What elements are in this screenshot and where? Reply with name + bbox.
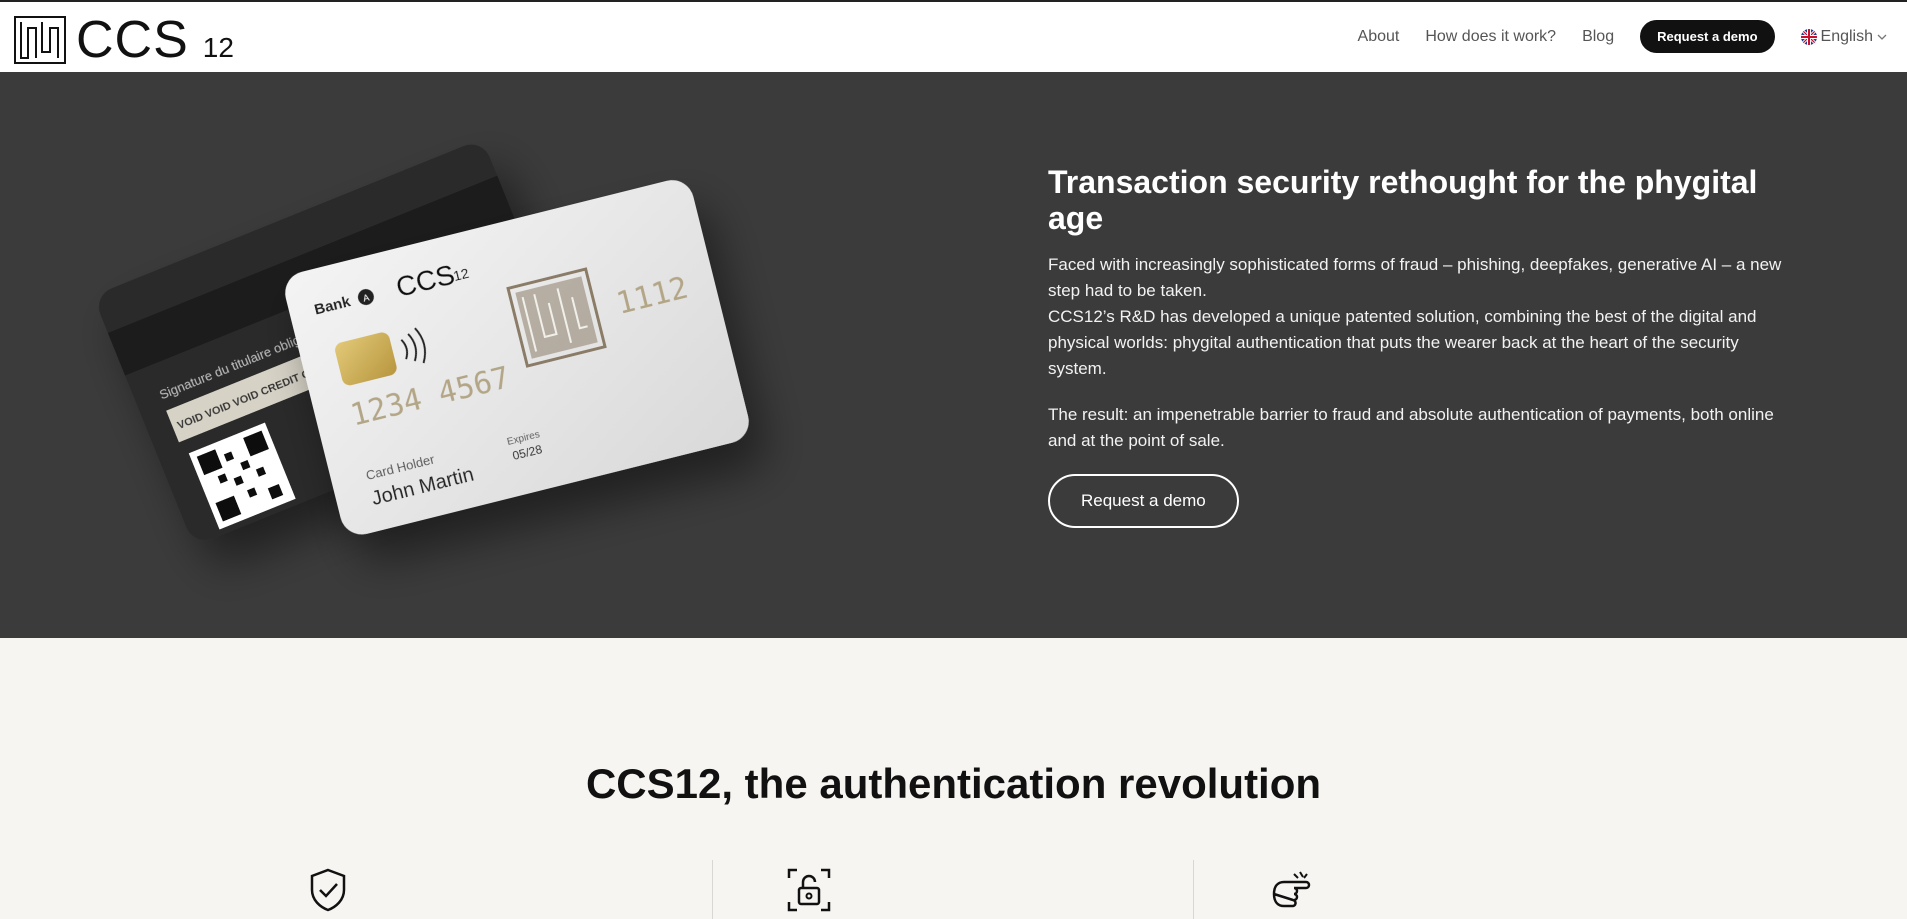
main-nav: About How does it work? Blog Request a d… — [1358, 20, 1887, 53]
card-illustration: Signature du titulaire obligatoire VOID … — [98, 144, 749, 541]
language-label: English — [1820, 27, 1873, 45]
card-maze-icon — [506, 267, 607, 368]
hero-paragraph-3: The result: an impenetrable barrier to f… — [1048, 405, 1774, 450]
logo-text: CCS — [76, 11, 189, 69]
shield-check-icon — [310, 868, 346, 912]
request-demo-hero-button[interactable]: Request a demo — [1048, 474, 1239, 528]
site-header: CCS 12 About How does it work? Blog Requ… — [0, 0, 1907, 72]
nav-how-it-works[interactable]: How does it work? — [1425, 28, 1556, 46]
section-title: CCS12, the authentication revolution — [585, 760, 1322, 807]
hero-paragraph-2: CCS12’s R&D has developed a unique paten… — [1048, 307, 1757, 378]
lock-scan-icon — [787, 868, 831, 912]
nav-blog[interactable]: Blog — [1582, 28, 1614, 46]
nav-about[interactable]: About — [1358, 28, 1400, 46]
hero-paragraph-1: Faced with increasingly sophisticated fo… — [1048, 255, 1782, 300]
features-section: CCS12, the authentication revolution — [0, 638, 1907, 919]
hero-title: Transaction security rethought for the p… — [1048, 164, 1758, 236]
chevron-down-icon — [1877, 34, 1887, 40]
logo-maze-icon — [14, 16, 66, 64]
uk-flag-icon — [1800, 28, 1817, 45]
logo-sub: 12 — [202, 32, 234, 63]
divider — [712, 860, 713, 919]
hand-pointing-icon — [1272, 871, 1311, 908]
logo[interactable]: CCS 12 — [14, 14, 234, 66]
hero-text-block: Transaction security rethought for the p… — [1048, 164, 1798, 528]
hero-section: Signature du titulaire obligatoire VOID … — [0, 72, 1907, 638]
request-demo-nav-button[interactable]: Request a demo — [1640, 20, 1775, 53]
divider — [1193, 860, 1194, 919]
language-selector[interactable]: English — [1800, 27, 1887, 46]
